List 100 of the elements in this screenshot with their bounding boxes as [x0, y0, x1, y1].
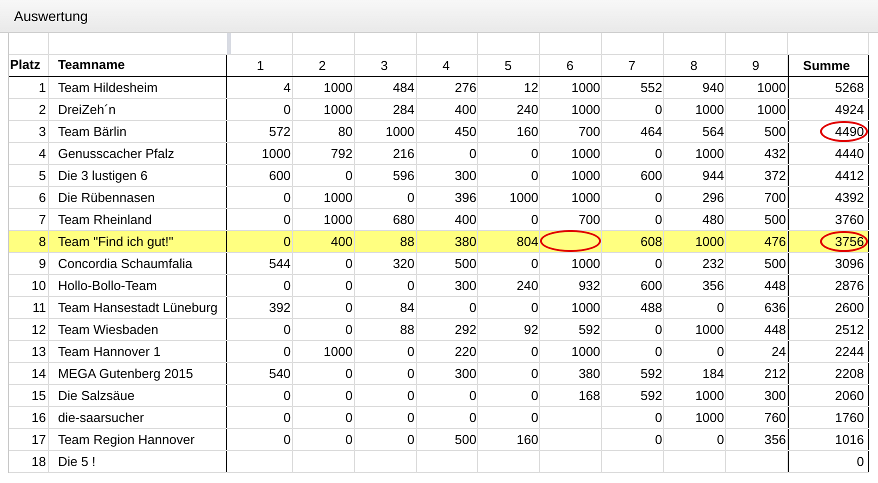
score-cell: 500 [416, 429, 478, 450]
score-cell: 0 [354, 187, 417, 208]
score-cell: 212 [726, 363, 788, 384]
score-cell: 540 [230, 363, 293, 384]
score-cell: 372 [726, 165, 788, 186]
total-cell: 2060 [788, 385, 869, 406]
rank-cell-text: 11 [32, 298, 46, 317]
team-name-cell-text: Die 3 lustigen 6 [58, 166, 148, 185]
team-name-cell-text: Team Hannover 1 [58, 342, 161, 361]
rank-cell-text: 5 [38, 166, 46, 185]
score-cell: 1000 [292, 341, 355, 362]
score-cell: 380 [540, 363, 602, 384]
score-cell: 500 [726, 253, 788, 274]
score-cell: 464 [602, 121, 664, 142]
score-cell: 320 [354, 253, 417, 274]
score-cell: 700 [540, 121, 602, 142]
score-cell: 0 [354, 407, 417, 428]
team-name-cell-text: Hollo-Bollo-Team [58, 276, 157, 295]
score-cell: 1000 [726, 99, 788, 120]
score-cell: 600 [230, 165, 293, 186]
team-name-cell-text: Team Hansestadt Lüneburg [58, 298, 218, 317]
score-cell: 4 [230, 77, 293, 98]
total-cell: 4440 [788, 143, 869, 164]
score-cell: 0 [416, 385, 478, 406]
score-cell: 380 [416, 231, 478, 252]
team-name-cell-text: DreiZeh´n [58, 100, 116, 119]
score-cell: 592 [602, 363, 664, 384]
total-cell: 1760 [788, 407, 869, 428]
score-cell: 396 [416, 187, 478, 208]
score-cell: 0 [664, 429, 726, 450]
total-cell: 4412 [788, 165, 869, 186]
score-cell: 552 [602, 77, 664, 98]
total-cell: 5268 [788, 77, 869, 98]
score-cell: 940 [664, 77, 726, 98]
score-cell: 804 [478, 231, 540, 252]
score-cell: 488 [602, 297, 664, 318]
score-cell: 1000 [540, 297, 602, 318]
score-cell: 572 [230, 121, 293, 142]
column-header: 6 [566, 56, 574, 74]
score-cell: 592 [540, 319, 602, 340]
team-name-cell-text: Team Bärlin [58, 122, 127, 141]
score-cell: 500 [416, 253, 478, 274]
score-cell: 1000 [540, 341, 602, 362]
score-cell: 1000 [292, 99, 355, 120]
column-header: 1 [256, 56, 264, 74]
team-name-cell-text: Team Region Hannover [58, 430, 195, 449]
score-cell: 0 [292, 297, 355, 318]
score-cell: 596 [354, 165, 417, 186]
score-cell: 1000 [664, 407, 726, 428]
score-cell: 1000 [292, 77, 355, 98]
column-header: Platz [9, 55, 49, 76]
score-cell: 0 [478, 209, 540, 230]
score-cell: 84 [354, 297, 417, 318]
score-cell: 932 [540, 275, 602, 296]
score-cell: 356 [664, 275, 726, 296]
score-cell: 564 [664, 121, 726, 142]
score-cell: 0 [602, 253, 664, 274]
rank-cell-text: 10 [31, 276, 46, 295]
score-cell: 0 [292, 429, 355, 450]
score-cell: 1000 [540, 253, 602, 274]
score-cell: 0 [602, 99, 664, 120]
score-cell: 0 [292, 275, 355, 296]
score-cell: 608 [602, 231, 664, 252]
score-cell: 168 [540, 385, 602, 406]
score-cell: 88 [354, 231, 417, 252]
score-cell: 356 [726, 429, 788, 450]
score-cell: 0 [478, 385, 540, 406]
score-cell: 184 [664, 363, 726, 384]
score-cell: 160 [478, 429, 540, 450]
circled-total-cell: 3756 [788, 231, 869, 252]
team-name-cell-text: Die Rübennasen [58, 188, 155, 207]
column-header: 9 [752, 56, 760, 74]
score-cell: 240 [478, 275, 540, 296]
rank-cell-text: 12 [31, 320, 46, 339]
column-header: Teamname [48, 55, 227, 76]
total-cell: 2512 [788, 319, 869, 340]
rank-cell-text: 14 [31, 364, 46, 383]
score-cell: 0 [478, 363, 540, 384]
circled-total-cell: 4490 [788, 121, 869, 142]
score-cell: 88 [354, 319, 417, 340]
score-cell: 792 [292, 143, 355, 164]
rank-cell-text: 4 [38, 144, 46, 163]
score-cell: 0 [478, 297, 540, 318]
total-cell: 4392 [788, 187, 869, 208]
score-cell: 700 [726, 187, 788, 208]
total-cell: 0 [788, 451, 869, 472]
column-header: 3 [380, 56, 388, 74]
team-name-cell-text: Team Hildesheim [58, 78, 158, 97]
score-cell: 680 [354, 209, 417, 230]
team-name-cell-text: Concordia Schaumfalia [58, 254, 192, 273]
score-cell: 232 [664, 253, 726, 274]
total-cell: 3760 [788, 209, 869, 230]
score-cell: 1000 [664, 385, 726, 406]
score-cell: 0 [230, 99, 293, 120]
score-cell: 0 [478, 253, 540, 274]
score-cell: 292 [416, 319, 478, 340]
score-cell: 92 [478, 319, 540, 340]
score-cell: 0 [354, 341, 417, 362]
score-cell: 0 [478, 341, 540, 362]
score-cell: 760 [726, 407, 788, 428]
